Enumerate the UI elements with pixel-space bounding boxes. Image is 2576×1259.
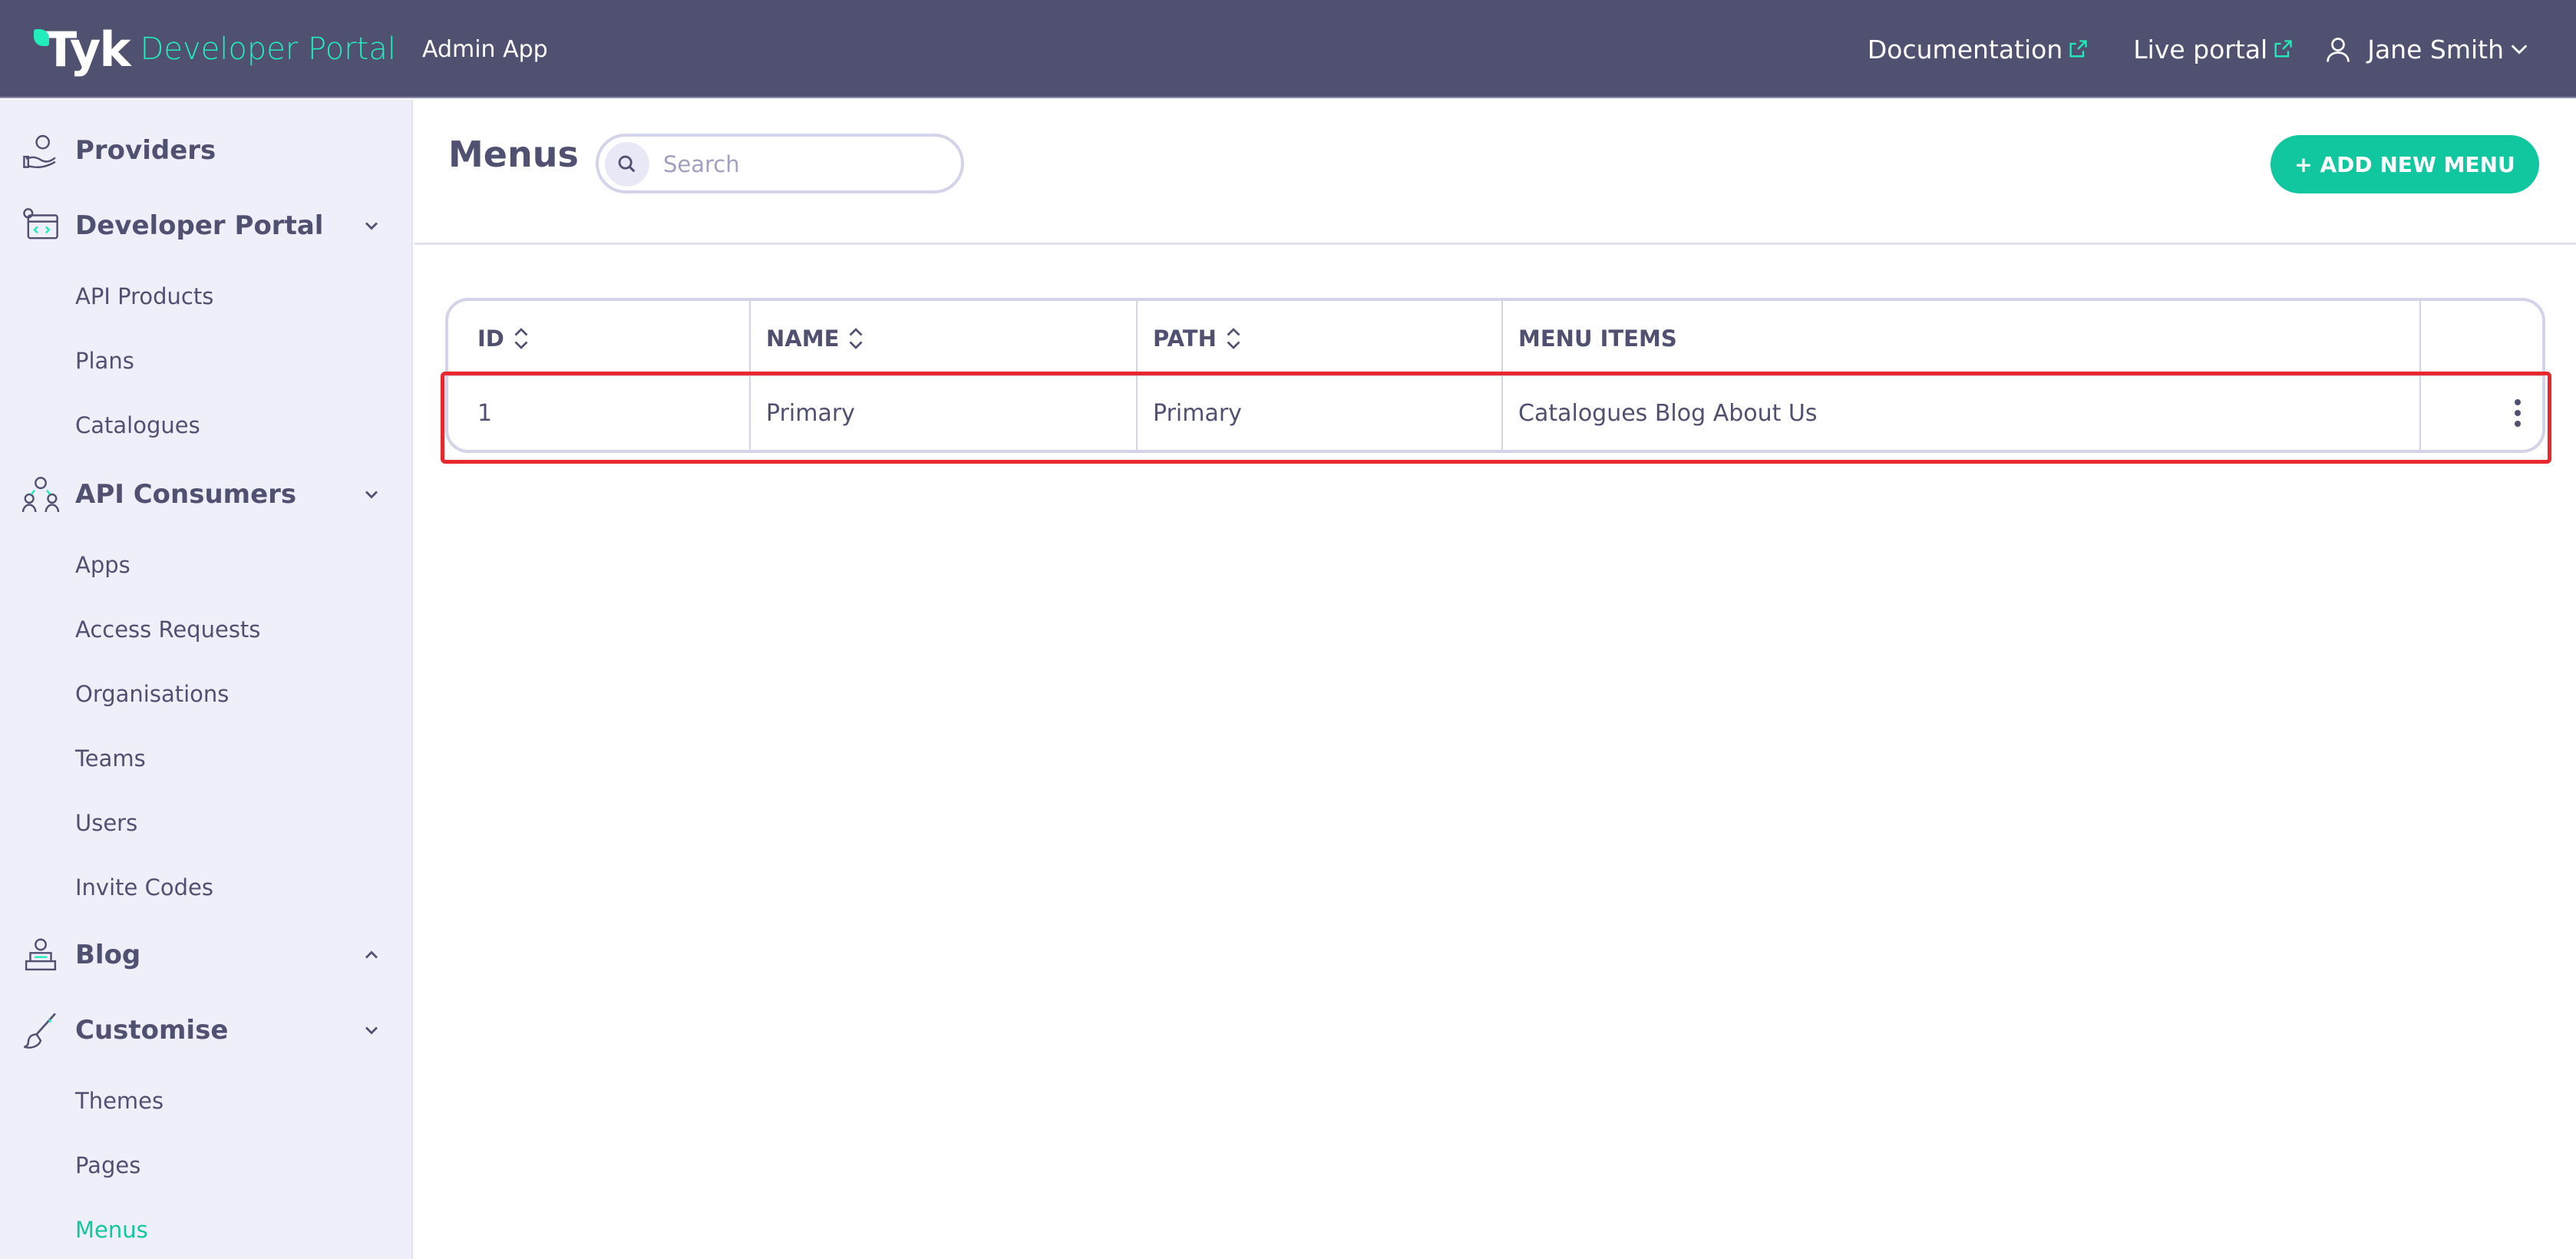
sidebar-section-label: Providers xyxy=(75,135,216,166)
providers-icon xyxy=(23,134,56,169)
sort-icon xyxy=(1227,328,1240,349)
sidebar-section-providers[interactable]: Providers xyxy=(0,120,413,181)
sidebar-item-apps[interactable]: Apps xyxy=(75,548,130,582)
user-icon xyxy=(2327,38,2350,62)
chevron-down-icon xyxy=(2511,45,2528,55)
chevron-down-icon xyxy=(365,1026,378,1035)
tyk-logo: Tyk xyxy=(34,21,131,78)
live-portal-label: Live portal xyxy=(2133,34,2268,64)
table-header: ID NAME PATH MENU ITEMS xyxy=(448,301,2542,376)
column-header-label: MENU ITEMS xyxy=(1518,325,1677,352)
cell-id: 1 xyxy=(477,399,493,427)
user-menu[interactable]: Jane Smith xyxy=(2294,35,2530,64)
search-input[interactable] xyxy=(663,146,947,183)
search-icon xyxy=(618,155,636,173)
sidebar-item-plans[interactable]: Plans xyxy=(75,344,134,378)
blog-icon xyxy=(25,938,57,971)
sidebar-item-pages[interactable]: Pages xyxy=(75,1148,140,1182)
sidebar-section-blog[interactable]: Blog xyxy=(0,924,413,986)
chevron-down-icon xyxy=(365,222,378,230)
table-row[interactable]: 1 Primary Primary Catalogues Blog About … xyxy=(448,376,2542,450)
page-title: Menus xyxy=(448,134,579,175)
customise-icon xyxy=(24,1013,56,1049)
developer-portal-icon xyxy=(23,208,58,240)
logo-text: Tyk xyxy=(45,21,131,78)
chevron-up-icon xyxy=(365,950,378,959)
main-content: Menus + ADD NEW MENU ID NAME PATH MENU I… xyxy=(414,100,2576,1259)
api-consumers-icon xyxy=(21,477,60,513)
sidebar-section-label: Customise xyxy=(75,1015,229,1046)
kebab-menu-icon xyxy=(2515,399,2521,427)
sidebar-section-developer-portal[interactable]: Developer Portal xyxy=(0,195,413,256)
sidebar: Providers Developer Portal API Products … xyxy=(0,100,413,1259)
sidebar-item-catalogues[interactable]: Catalogues xyxy=(75,408,200,442)
column-header-label: PATH xyxy=(1153,325,1217,352)
sidebar-section-label: API Consumers xyxy=(75,479,297,510)
column-header-label: NAME xyxy=(766,325,840,352)
sidebar-item-api-products[interactable]: API Products xyxy=(75,279,213,313)
cell-name: Primary xyxy=(766,399,855,427)
add-new-menu-button[interactable]: + ADD NEW MENU xyxy=(2271,135,2539,193)
sidebar-item-teams[interactable]: Teams xyxy=(75,742,146,775)
cell-menu-items: Catalogues Blog About Us xyxy=(1518,399,1818,427)
documentation-link[interactable]: Documentation xyxy=(1868,35,2089,64)
sidebar-item-users[interactable]: Users xyxy=(75,806,137,840)
column-header-id[interactable]: ID xyxy=(477,301,530,376)
user-name: Jane Smith xyxy=(2367,34,2504,64)
column-header-name[interactable]: NAME xyxy=(766,301,865,376)
menus-table: ID NAME PATH MENU ITEMS 1 Primary Primar… xyxy=(445,298,2545,453)
external-link-icon xyxy=(2069,40,2087,58)
sidebar-item-access-requests[interactable]: Access Requests xyxy=(75,613,260,646)
sidebar-item-themes[interactable]: Themes xyxy=(75,1084,163,1118)
brand-product: Developer Portal xyxy=(140,31,396,67)
column-header-path[interactable]: PATH xyxy=(1153,301,1243,376)
sort-icon xyxy=(849,328,863,349)
sidebar-section-api-consumers[interactable]: API Consumers xyxy=(0,464,413,525)
sidebar-item-invite-codes[interactable]: Invite Codes xyxy=(75,871,213,904)
sidebar-section-customise[interactable]: Customise xyxy=(0,1000,413,1061)
header-divider xyxy=(414,243,2576,245)
app-label: Admin App xyxy=(421,35,548,63)
top-nav: Documentation Live portal Jane Smith xyxy=(1823,28,2530,71)
external-link-icon xyxy=(2274,40,2292,58)
top-bar: Tyk Developer Portal Admin App Documenta… xyxy=(0,0,2576,98)
row-actions-button[interactable] xyxy=(2501,393,2535,433)
sidebar-section-label: Developer Portal xyxy=(75,210,324,241)
brand[interactable]: Tyk Developer Portal Admin App xyxy=(34,21,548,78)
chevron-down-icon xyxy=(365,491,378,499)
documentation-label: Documentation xyxy=(1867,34,2063,64)
cell-path: Primary xyxy=(1153,399,1242,427)
sidebar-item-organisations[interactable]: Organisations xyxy=(75,677,229,711)
sort-icon xyxy=(514,328,528,349)
column-header-menu-items: MENU ITEMS xyxy=(1518,301,1677,376)
search-button[interactable] xyxy=(605,142,649,187)
sidebar-section-label: Blog xyxy=(75,940,141,970)
live-portal-link[interactable]: Live portal xyxy=(2133,35,2294,64)
sidebar-item-menus[interactable]: Menus xyxy=(75,1213,148,1247)
search-box[interactable] xyxy=(596,134,964,193)
column-header-label: ID xyxy=(477,325,504,352)
